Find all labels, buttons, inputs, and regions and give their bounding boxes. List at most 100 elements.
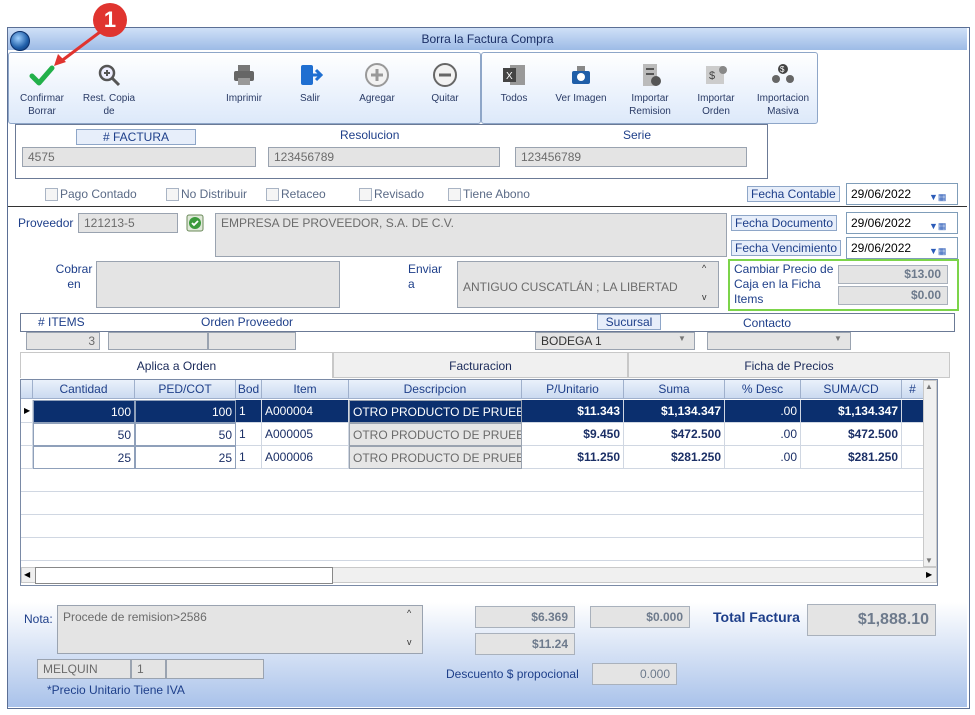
- serie-field[interactable]: 123456789: [515, 147, 747, 167]
- bod-cell[interactable]: 1: [236, 446, 262, 469]
- printer-icon: [234, 65, 254, 85]
- column-header[interactable]: Descripcion: [349, 380, 522, 399]
- tab-aplica-orden[interactable]: Aplica a Orden: [20, 352, 333, 378]
- svg-text:X: X: [506, 71, 513, 82]
- calendar-dropdown-icon[interactable]: ▼▦: [929, 241, 955, 256]
- scroll-up-arrow-icon[interactable]: ▲: [925, 382, 933, 391]
- column-header[interactable]: # LOT: [902, 380, 925, 415]
- nota-field[interactable]: Procede de remision>2586: [57, 605, 423, 654]
- minus-circle-icon: [433, 63, 457, 87]
- proveedor-code-field[interactable]: 121213-5: [78, 213, 178, 233]
- scroll-right-arrow-icon[interactable]: ▶: [926, 570, 932, 579]
- bod-cell[interactable]: 1: [236, 423, 262, 446]
- sucursal-dropdown-icon[interactable]: ▼: [678, 334, 692, 347]
- bod-cell[interactable]: 1: [236, 400, 262, 423]
- column-header[interactable]: SUMA/CD: [801, 380, 902, 399]
- add-button[interactable]: Agregar: [350, 62, 404, 105]
- pu-cell[interactable]: $11.250: [522, 446, 624, 469]
- confirm-delete-button[interactable]: Confirmar Borrar: [14, 62, 70, 118]
- cantidad-cell[interactable]: 25: [33, 446, 135, 469]
- column-header[interactable]: PED/COT: [135, 380, 236, 399]
- confirm-delete-label: Confirmar Borrar: [20, 93, 64, 117]
- table-row[interactable]: ▶ 100 100 1 A000004 OTRO PRODUCTO DE PRU…: [21, 400, 937, 423]
- contacto-select[interactable]: [707, 332, 851, 350]
- ped-cell[interactable]: 50: [135, 423, 236, 446]
- tab-facturacion[interactable]: Facturacion: [333, 352, 628, 378]
- column-header[interactable]: P/Unitario: [522, 380, 624, 399]
- desc-cell[interactable]: OTRO PRODUCTO DE PRUEBA: [349, 423, 522, 446]
- excel-all-button[interactable]: X Todos: [492, 62, 536, 105]
- enviar-a-field[interactable]: ANTIGUO CUSCATLÁN ; LA LIBERTAD: [457, 261, 719, 308]
- nota-scroll-down-icon[interactable]: v: [407, 637, 412, 647]
- pu-cell[interactable]: $9.450: [522, 423, 624, 446]
- retaceo-checkbox[interactable]: [266, 188, 279, 201]
- exit-button[interactable]: Salir: [286, 62, 334, 105]
- revisado-checkbox[interactable]: [359, 188, 372, 201]
- scroll-left-arrow-icon[interactable]: ◀: [24, 570, 30, 579]
- sumacd-cell[interactable]: $281.250: [801, 446, 902, 469]
- table-row[interactable]: 50 50 1 A000005 OTRO PRODUCTO DE PRUEBA …: [21, 423, 937, 446]
- tab-ficha-precios[interactable]: Ficha de Precios: [628, 352, 950, 378]
- lot-cell[interactable]: [902, 423, 924, 446]
- verified-check-icon[interactable]: [186, 214, 204, 232]
- cantidad-cell[interactable]: 100: [33, 400, 135, 423]
- sumacd-cell[interactable]: $1,134.347: [801, 400, 902, 423]
- column-header[interactable]: Item: [262, 380, 349, 399]
- scroll-up-icon[interactable]: ^: [702, 263, 706, 273]
- suma-cell[interactable]: $281.250: [624, 446, 725, 469]
- import-remision-button[interactable]: Importar Remision: [624, 62, 676, 118]
- orden-proveedor-field[interactable]: [208, 332, 296, 350]
- column-header[interactable]: Suma: [624, 380, 725, 399]
- suma-cell[interactable]: $472.500: [624, 423, 725, 446]
- scroll-down-arrow-icon[interactable]: ▼: [925, 556, 933, 565]
- descuento-proporcional-field[interactable]: 0.000: [592, 663, 677, 685]
- pago-contado-checkbox[interactable]: [45, 188, 58, 201]
- sumacd-cell[interactable]: $472.500: [801, 423, 902, 446]
- cantidad-cell[interactable]: 50: [33, 423, 135, 446]
- horizontal-scroll-thumb[interactable]: [35, 567, 333, 584]
- import-masiva-button[interactable]: $ Importacion Masiva: [752, 62, 814, 118]
- item-cell[interactable]: A000004: [262, 400, 349, 423]
- no-distribuir-checkbox[interactable]: [166, 188, 179, 201]
- column-header[interactable]: Cantidad: [33, 380, 135, 399]
- lot-cell[interactable]: [902, 400, 924, 423]
- resolucion-field[interactable]: 123456789: [268, 147, 500, 167]
- proveedor-name-field[interactable]: EMPRESA DE PROVEEDOR, S.A. DE C.V.: [215, 213, 727, 257]
- svg-text:$: $: [709, 70, 715, 82]
- print-button[interactable]: Imprimir: [218, 62, 270, 105]
- calendar-dropdown-icon[interactable]: ▼▦: [929, 216, 955, 231]
- nota-scroll-up-icon[interactable]: ^: [407, 608, 411, 618]
- invoice-number-field[interactable]: 4575: [22, 147, 256, 167]
- view-image-button[interactable]: Ver Imagen: [550, 62, 612, 105]
- desc-cell[interactable]: OTRO PRODUCTO DE PRUEBA: [349, 446, 522, 469]
- calendar-dropdown-icon[interactable]: ▼▦: [929, 187, 955, 202]
- suma-cell[interactable]: $1,134.347: [624, 400, 725, 423]
- import-orden-button[interactable]: $ Importar Orden: [690, 62, 742, 118]
- cobrar-en-field[interactable]: [96, 261, 340, 308]
- item-cell[interactable]: A000006: [262, 446, 349, 469]
- remove-button[interactable]: Quitar: [420, 62, 470, 105]
- lot-cell[interactable]: [902, 446, 924, 469]
- table-row[interactable]: 25 25 1 A000006 OTRO PRODUCTO DE PRUEBA …: [21, 446, 937, 469]
- column-header[interactable]: % Desc: [725, 380, 801, 399]
- desc-pct-cell[interactable]: .00: [725, 423, 801, 446]
- scroll-down-icon[interactable]: v: [702, 292, 707, 302]
- contacto-dropdown-icon[interactable]: ▼: [834, 334, 848, 347]
- ped-cell[interactable]: 25: [135, 446, 236, 469]
- column-header[interactable]: Bod: [236, 380, 262, 399]
- item-cell[interactable]: A000005: [262, 423, 349, 446]
- ped-cell[interactable]: 100: [135, 400, 236, 423]
- fecha-vencimiento-picker[interactable]: 29/06/2022 ▼▦: [846, 237, 958, 259]
- fecha-documento-picker[interactable]: 29/06/2022 ▼▦: [846, 212, 958, 234]
- desc-cell[interactable]: OTRO PRODUCTO DE PRUEBA: [349, 400, 522, 423]
- sucursal-select[interactable]: BODEGA 1: [535, 332, 695, 350]
- exit-label: Salir: [299, 93, 320, 104]
- pu-cell[interactable]: $11.343: [522, 400, 624, 423]
- fecha-contable-picker[interactable]: 29/06/2022 ▼▦: [846, 183, 958, 205]
- desc-pct-cell[interactable]: .00: [725, 446, 801, 469]
- tiene-abono-checkbox[interactable]: [448, 188, 461, 201]
- empty-row: [21, 469, 937, 492]
- vertical-scrollbar[interactable]: [923, 380, 937, 567]
- desc-pct-cell[interactable]: .00: [725, 400, 801, 423]
- restore-copy-button[interactable]: Rest. Copia de: [76, 62, 142, 118]
